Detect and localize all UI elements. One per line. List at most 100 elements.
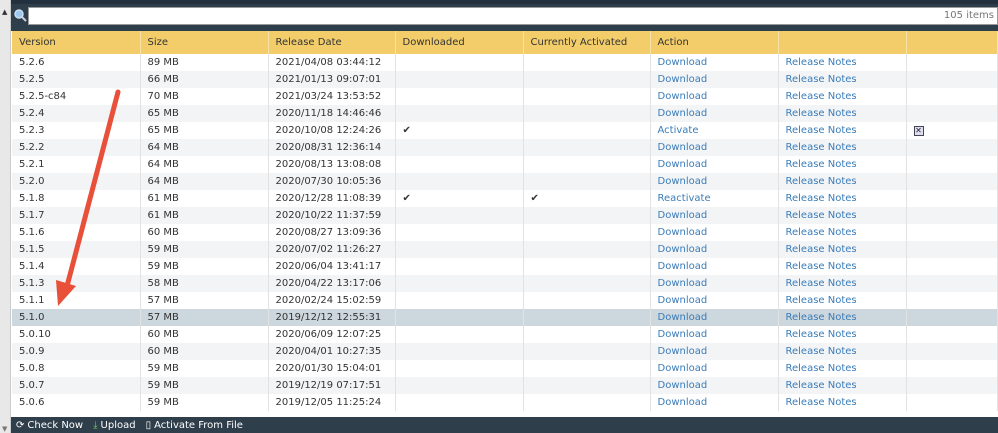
size-text: 61 MB — [147, 210, 179, 221]
table-row[interactable]: 5.0.9 60 MB 2020/04/01 10:27:35 Download Rel… — [12, 343, 998, 360]
table-row[interactable]: 5.2.0 64 MB 2020/07/30 10:05:36 Download Rel… — [12, 173, 998, 190]
table-row[interactable]: 5.2.4 65 MB 2020/11/18 14:46:46 Download Rel… — [12, 105, 998, 122]
release-notes-link[interactable]: Release Notes — [786, 142, 857, 153]
table-row[interactable]: 5.0.8 59 MB 2020/01/30 15:04:01 Download Rel… — [12, 360, 998, 377]
table-row[interactable]: 5.2.1 64 MB 2020/08/13 13:08:08 Download Rel… — [12, 156, 998, 173]
version-text: 5.2.2 — [19, 142, 45, 153]
cell-size: 60 MB — [140, 343, 269, 360]
cell-notes: Release Notes — [778, 88, 907, 105]
date-text: 2021/03/24 13:53:52 — [275, 91, 382, 102]
release-notes-link[interactable]: Release Notes — [786, 312, 857, 323]
release-notes-link[interactable]: Release Notes — [786, 193, 857, 204]
cell-date: 2019/12/12 12:55:31 — [268, 309, 396, 326]
action-link[interactable]: Download — [658, 159, 708, 170]
column-header[interactable]: Release Date — [268, 31, 396, 54]
action-link[interactable]: Download — [658, 380, 708, 391]
column-header[interactable]: Version — [12, 31, 141, 54]
table-row[interactable]: 5.1.7 61 MB 2020/10/22 11:37:59 Download Rel… — [12, 207, 998, 224]
table-row[interactable]: 5.0.7 59 MB 2019/12/19 07:17:51 Download Rel… — [12, 377, 998, 394]
release-notes-link[interactable]: Release Notes — [786, 363, 857, 374]
action-link[interactable]: Download — [658, 329, 708, 340]
action-link[interactable]: Download — [658, 176, 708, 187]
column-header[interactable]: Currently Activated — [523, 31, 651, 54]
cell-version: 5.0.8 — [12, 360, 141, 377]
action-link[interactable]: Download — [658, 108, 708, 119]
action-link[interactable]: Download — [658, 210, 708, 221]
release-notes-link[interactable]: Release Notes — [786, 397, 857, 408]
action-link[interactable]: Download — [658, 142, 708, 153]
release-notes-link[interactable]: Release Notes — [786, 125, 857, 136]
table-row[interactable]: 5.1.3 58 MB 2020/04/22 13:17:06 Download Rel… — [12, 275, 998, 292]
table-row[interactable]: 5.1.6 60 MB 2020/08/27 13:09:36 Download Rel… — [12, 224, 998, 241]
cell-size: 59 MB — [140, 258, 269, 275]
cell-notes: Release Notes — [778, 122, 907, 139]
cell-activated — [523, 156, 651, 173]
scroll-up-icon[interactable]: ▲ — [2, 8, 7, 16]
column-header[interactable] — [778, 31, 907, 54]
cell-date: 2020/01/30 15:04:01 — [268, 360, 396, 377]
table-row[interactable]: 5.2.2 64 MB 2020/08/31 12:36:14 Download Rel… — [12, 139, 998, 156]
release-notes-link[interactable]: Release Notes — [786, 244, 857, 255]
action-link[interactable]: Download — [658, 397, 708, 408]
table-row[interactable]: 5.1.5 59 MB 2020/07/02 11:26:27 Download Rel… — [12, 241, 998, 258]
action-link[interactable]: Download — [658, 91, 708, 102]
scroll-down-icon[interactable]: ▼ — [2, 425, 7, 433]
scrollbar[interactable]: ▲ ▼ — [0, 0, 11, 433]
action-link[interactable]: Activate — [658, 125, 699, 136]
column-header[interactable] — [906, 31, 998, 54]
cell-notes: Release Notes — [778, 377, 907, 394]
release-notes-link[interactable]: Release Notes — [786, 91, 857, 102]
release-notes-link[interactable]: Release Notes — [786, 210, 857, 221]
action-link[interactable]: Download — [658, 278, 708, 289]
table-row[interactable]: 5.2.5-c84 70 MB 2021/03/24 13:53:52 Downloa… — [12, 88, 998, 105]
table-row[interactable]: 5.2.3 65 MB 2020/10/08 12:24:26 ✔ Activate Re… — [12, 122, 998, 139]
table-row[interactable]: 5.1.0 57 MB 2019/12/12 12:55:31 Download Rel… — [12, 309, 998, 326]
cell-size: 65 MB — [140, 122, 269, 139]
version-text: 5.1.5 — [19, 244, 45, 255]
table-row[interactable]: 5.2.6 89 MB 2021/04/08 03:44:12 Download Rel… — [12, 54, 998, 71]
release-notes-link[interactable]: Release Notes — [786, 380, 857, 391]
action-link[interactable]: Download — [658, 74, 708, 85]
table-row[interactable]: 5.0.10 60 MB 2020/06/09 12:07:25 Download Re… — [12, 326, 998, 343]
cell-downloaded — [395, 292, 524, 309]
action-link[interactable]: Download — [658, 295, 708, 306]
column-header[interactable]: Action — [650, 31, 779, 54]
release-notes-link[interactable]: Release Notes — [786, 278, 857, 289]
cell-version: 5.2.6 — [12, 54, 141, 71]
check-now-button[interactable]: ⟳ Check Now — [16, 420, 83, 431]
release-notes-link[interactable]: Release Notes — [786, 346, 857, 357]
search-input[interactable]: 105 items — [28, 7, 998, 25]
action-link[interactable]: Download — [658, 227, 708, 238]
release-notes-link[interactable]: Release Notes — [786, 159, 857, 170]
cell-size: 70 MB — [140, 88, 269, 105]
cell-size: 59 MB — [140, 360, 269, 377]
table-row[interactable]: 5.1.4 59 MB 2020/06/04 13:41:17 Download Rel… — [12, 258, 998, 275]
activate-from-file-button[interactable]: ▯ Activate From File — [146, 420, 243, 431]
action-link[interactable]: Download — [658, 57, 708, 68]
action-link[interactable]: Download — [658, 261, 708, 272]
action-link[interactable]: Reactivate — [658, 193, 711, 204]
table-row[interactable]: 5.1.1 57 MB 2020/02/24 15:02:59 Download Rel… — [12, 292, 998, 309]
column-header[interactable]: Size — [140, 31, 269, 54]
action-link[interactable]: Download — [658, 346, 708, 357]
size-text: 59 MB — [147, 244, 179, 255]
action-link[interactable]: Download — [658, 244, 708, 255]
action-link[interactable]: Download — [658, 363, 708, 374]
release-notes-link[interactable]: Release Notes — [786, 261, 857, 272]
column-header[interactable]: Downloaded — [395, 31, 524, 54]
release-notes-link[interactable]: Release Notes — [786, 74, 857, 85]
release-notes-link[interactable]: Release Notes — [786, 295, 857, 306]
release-notes-link[interactable]: Release Notes — [786, 176, 857, 187]
release-notes-link[interactable]: Release Notes — [786, 108, 857, 119]
release-notes-link[interactable]: Release Notes — [786, 57, 857, 68]
cell-version: 5.1.3 — [12, 275, 141, 292]
cell-extra: ✕ — [906, 122, 998, 139]
action-link[interactable]: Download — [658, 312, 708, 323]
upload-button[interactable]: ⤓ Upload — [93, 420, 135, 431]
release-notes-link[interactable]: Release Notes — [786, 329, 857, 340]
table-row[interactable]: 5.1.8 61 MB 2020/12/28 11:08:39 ✔ ✔ Reactivat… — [12, 190, 998, 207]
remove-icon[interactable]: ✕ — [913, 126, 924, 136]
table-row[interactable]: 5.0.6 59 MB 2019/12/05 11:25:24 Download Rel… — [12, 394, 998, 411]
table-row[interactable]: 5.2.5 66 MB 2021/01/13 09:07:01 Download Rel… — [12, 71, 998, 88]
release-notes-link[interactable]: Release Notes — [786, 227, 857, 238]
